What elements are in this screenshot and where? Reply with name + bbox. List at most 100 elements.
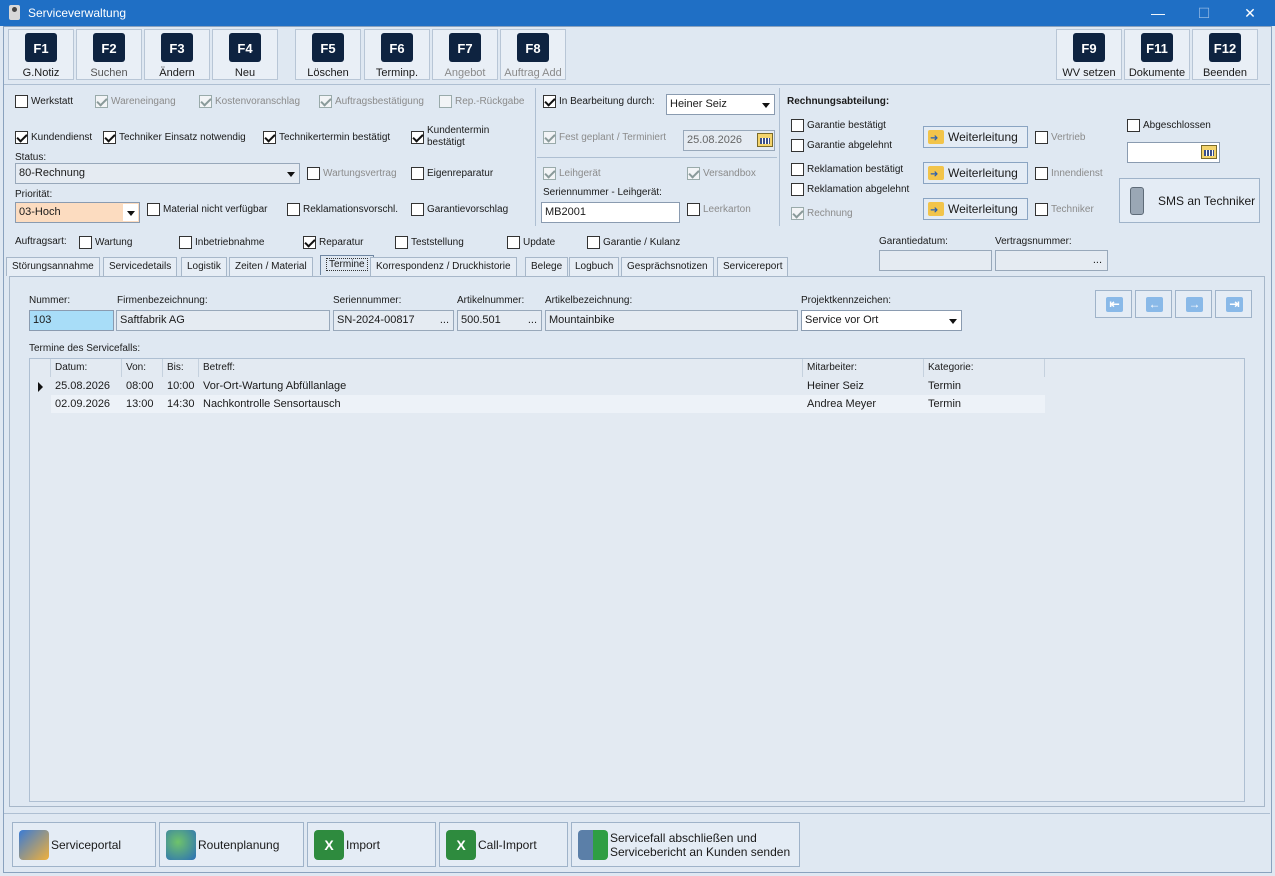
- last-record-button[interactable]: ⇥: [1215, 290, 1252, 318]
- kundentermin-label: Kundentermin bestätigt: [427, 125, 490, 148]
- close-button[interactable]: ✕: [1227, 0, 1273, 26]
- calendar-icon[interactable]: [1201, 145, 1217, 159]
- f8-auftrag-add-button[interactable]: F8 Auftrag Add: [500, 29, 566, 80]
- garantie-abgelehnt-label: Garantie abgelehnt: [807, 140, 893, 151]
- tab-termine[interactable]: Termine: [320, 255, 374, 275]
- wareneingang-checkbox[interactable]: [95, 95, 108, 108]
- f11-dokumente-button[interactable]: F11 Dokumente: [1124, 29, 1190, 80]
- tab-servicedetails[interactable]: Servicedetails: [103, 257, 178, 276]
- column-header-von[interactable]: Von:: [122, 359, 163, 377]
- call-import-button[interactable]: X Call-Import: [439, 822, 568, 867]
- tab-korrespondenz[interactable]: Korrespondenz / Druckhistorie: [370, 257, 517, 276]
- f9-wv-setzen-button[interactable]: F9 WV setzen: [1056, 29, 1122, 80]
- inbetriebnahme-checkbox[interactable]: [179, 236, 192, 249]
- column-header-bis[interactable]: Bis:: [163, 359, 199, 377]
- column-header-mitarbeiter[interactable]: Mitarbeiter:: [803, 359, 924, 377]
- f1-gnotiz-button[interactable]: F1 G.Notiz: [8, 29, 74, 80]
- weiterleitung-innendienst-button[interactable]: Weiterleitung: [923, 162, 1028, 185]
- sms-techniker-button[interactable]: SMS an Techniker: [1119, 178, 1260, 223]
- wartungsvertrag-checkbox[interactable]: [307, 167, 320, 180]
- tab-stoerungsannahme[interactable]: Störungsannahme: [6, 257, 100, 276]
- reklamation-abgelehnt-checkbox[interactable]: [791, 183, 804, 196]
- next-record-button[interactable]: →: [1175, 290, 1212, 318]
- seriennummer-field[interactable]: SN-2024-00817...: [333, 310, 454, 331]
- nummer-field[interactable]: 103: [29, 310, 114, 331]
- artikelbezeichnung-field[interactable]: Mountainbike: [545, 310, 798, 331]
- f4-neu-button[interactable]: F4 Neu: [212, 29, 278, 80]
- garantie-kulanz-checkbox[interactable]: [587, 236, 600, 249]
- kundentermin-checkbox[interactable]: [411, 131, 424, 144]
- firma-field[interactable]: Saftfabrik AG: [116, 310, 330, 331]
- garantie-abgelehnt-checkbox[interactable]: [791, 139, 804, 152]
- techniker-checkbox[interactable]: [1035, 203, 1048, 216]
- vertragsnummer-field[interactable]: ...: [995, 250, 1108, 271]
- artikelnummer-field[interactable]: 500.501...: [457, 310, 542, 331]
- teststellung-checkbox[interactable]: [395, 236, 408, 249]
- column-header-kategorie[interactable]: Kategorie:: [924, 359, 1045, 377]
- seriennummer-leihgeraet-input[interactable]: MB2001: [541, 202, 680, 223]
- innendienst-checkbox[interactable]: [1035, 167, 1048, 180]
- column-header-datum[interactable]: Datum:: [51, 359, 122, 377]
- tab-zeiten-material[interactable]: Zeiten / Material: [229, 257, 313, 276]
- table-row[interactable]: 02.09.2026 13:00 14:30 Nachkontrolle Sen…: [30, 395, 1045, 413]
- garantie-bestaetigt-checkbox[interactable]: [791, 119, 804, 132]
- projekt-select[interactable]: Service vor Ort: [801, 310, 962, 331]
- garantiedatum-field[interactable]: [879, 250, 992, 271]
- garantievorschlag-checkbox[interactable]: [411, 203, 424, 216]
- reklamation-bestaetigt-label: Reklamation bestätigt: [807, 164, 904, 175]
- f6-terminp-button[interactable]: F6 Terminp.: [364, 29, 430, 80]
- import-button[interactable]: X Import: [307, 822, 436, 867]
- f7-angebot-button[interactable]: F7 Angebot: [432, 29, 498, 80]
- tab-servicereport[interactable]: Servicereport: [717, 257, 789, 276]
- f3-aendern-button[interactable]: F3 Ändern: [144, 29, 210, 80]
- material-checkbox[interactable]: [147, 203, 160, 216]
- update-checkbox[interactable]: [507, 236, 520, 249]
- status-select[interactable]: 80-Rechnung: [15, 163, 300, 184]
- termine-grid[interactable]: Datum: Von: Bis: Betreff: Mitarbeiter: K…: [29, 358, 1245, 802]
- reklamationsvorschl-checkbox[interactable]: [287, 203, 300, 216]
- servicefall-abschliessen-button[interactable]: Servicefall abschließen und Serviceberich…: [571, 822, 800, 867]
- fest-geplant-checkbox[interactable]: [543, 131, 556, 144]
- vertrieb-checkbox[interactable]: [1035, 131, 1048, 144]
- reparatur-checkbox[interactable]: [303, 236, 316, 249]
- kundendienst-checkbox[interactable]: [15, 131, 28, 144]
- weiterleitung-vertrieb-button[interactable]: Weiterleitung: [923, 126, 1028, 149]
- maximize-button[interactable]: ☐: [1181, 0, 1227, 26]
- artikelnummer-browse-button[interactable]: ...: [528, 311, 537, 330]
- tab-logistik[interactable]: Logistik: [181, 257, 227, 276]
- first-record-button[interactable]: ⇤: [1095, 290, 1132, 318]
- tab-logbuch[interactable]: Logbuch: [569, 257, 620, 276]
- vertragsnummer-browse-button[interactable]: ...: [1093, 251, 1102, 270]
- leerkarton-checkbox[interactable]: [687, 203, 700, 216]
- table-row[interactable]: 25.08.2026 08:00 10:00 Vor-Ort-Wartung A…: [30, 377, 1045, 395]
- routenplanung-button[interactable]: Routenplanung: [159, 822, 304, 867]
- calendar-icon[interactable]: [757, 133, 773, 147]
- weiterleitung-techniker-button[interactable]: Weiterleitung: [923, 198, 1028, 221]
- techniker-einsatz-checkbox[interactable]: [103, 131, 116, 144]
- tab-belege[interactable]: Belege: [525, 257, 569, 276]
- eigenreparatur-checkbox[interactable]: [411, 167, 424, 180]
- rechnung-checkbox[interactable]: [791, 207, 804, 220]
- seriennummer-browse-button[interactable]: ...: [440, 311, 449, 330]
- abgeschlossen-checkbox[interactable]: [1127, 119, 1140, 132]
- f5-loeschen-button[interactable]: F5 Löschen: [295, 29, 361, 80]
- kostenvoranschlag-checkbox[interactable]: [199, 95, 212, 108]
- previous-record-button[interactable]: ←: [1135, 290, 1172, 318]
- in-bearbeitung-checkbox[interactable]: [543, 95, 556, 108]
- f2-suchen-button[interactable]: F2 Suchen: [76, 29, 142, 80]
- wartung-checkbox[interactable]: [79, 236, 92, 249]
- prioritaet-select[interactable]: 03-Hoch: [15, 202, 140, 223]
- rep-rueckgabe-checkbox[interactable]: [439, 95, 452, 108]
- versandbox-checkbox[interactable]: [687, 167, 700, 180]
- serviceportal-button[interactable]: Serviceportal: [12, 822, 156, 867]
- technikertermin-checkbox[interactable]: [263, 131, 276, 144]
- reklamation-bestaetigt-checkbox[interactable]: [791, 163, 804, 176]
- bearbeiter-select[interactable]: Heiner Seiz: [666, 94, 775, 115]
- werkstatt-checkbox[interactable]: [15, 95, 28, 108]
- leihgeraet-checkbox[interactable]: [543, 167, 556, 180]
- tab-gespraechsnotizen[interactable]: Gesprächsnotizen: [621, 257, 714, 276]
- auftragsbestaetigung-checkbox[interactable]: [319, 95, 332, 108]
- f12-beenden-button[interactable]: F12 Beenden: [1192, 29, 1258, 80]
- column-header-betreff[interactable]: Betreff:: [199, 359, 803, 377]
- minimize-button[interactable]: —: [1135, 0, 1181, 26]
